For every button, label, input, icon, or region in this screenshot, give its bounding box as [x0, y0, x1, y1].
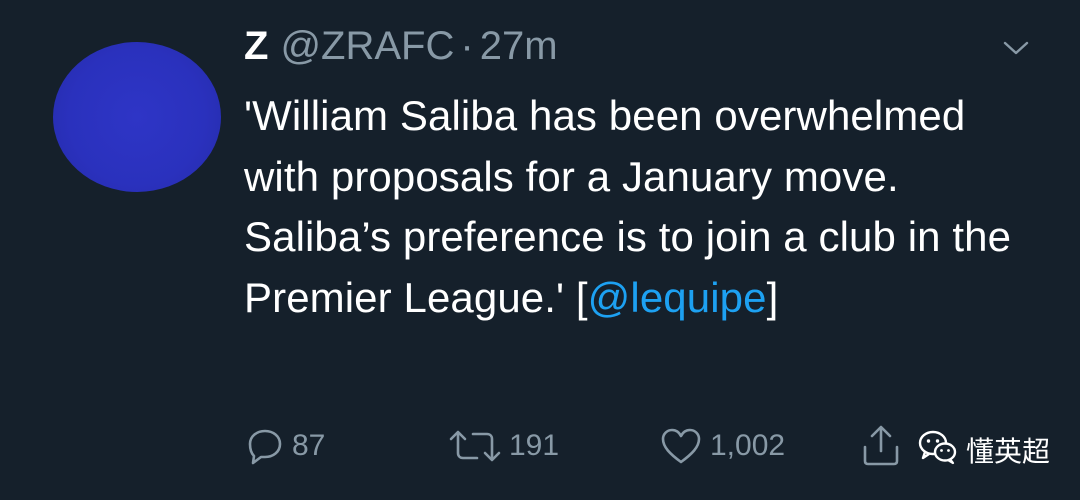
- display-name[interactable]: Z: [244, 24, 268, 69]
- reply-icon: [244, 425, 286, 467]
- share-icon: [858, 423, 904, 469]
- reply-button[interactable]: 87: [244, 418, 325, 474]
- wechat-icon: [918, 429, 966, 472]
- share-button[interactable]: [858, 418, 904, 474]
- watermark: 懂英超: [918, 428, 1050, 472]
- like-icon: [658, 425, 704, 467]
- tweet-header: Z @ZRAFC · 27m: [244, 24, 558, 74]
- mention-link[interactable]: @lequipe: [588, 274, 767, 321]
- watermark-text: 懂英超: [966, 435, 1051, 468]
- chevron-down-icon[interactable]: [1002, 36, 1030, 60]
- timestamp[interactable]: 27m: [480, 24, 558, 69]
- avatar[interactable]: [53, 42, 221, 192]
- reply-count: 87: [292, 429, 326, 462]
- retweet-count: 191: [509, 429, 560, 462]
- retweet-icon: [447, 425, 503, 467]
- user-handle[interactable]: @ZRAFC: [280, 24, 454, 69]
- tweet-card[interactable]: Z @ZRAFC · 27m 'William Saliba has been …: [0, 0, 1080, 500]
- separator-dot: ·: [460, 24, 474, 68]
- like-count: 1,002: [710, 429, 786, 462]
- tweet-body-tail: ]: [766, 273, 779, 321]
- retweet-button[interactable]: 191: [447, 418, 559, 474]
- like-button[interactable]: 1,002: [658, 418, 785, 474]
- tweet-text: 'William Saliba has been overwhelmed wit…: [244, 86, 1044, 328]
